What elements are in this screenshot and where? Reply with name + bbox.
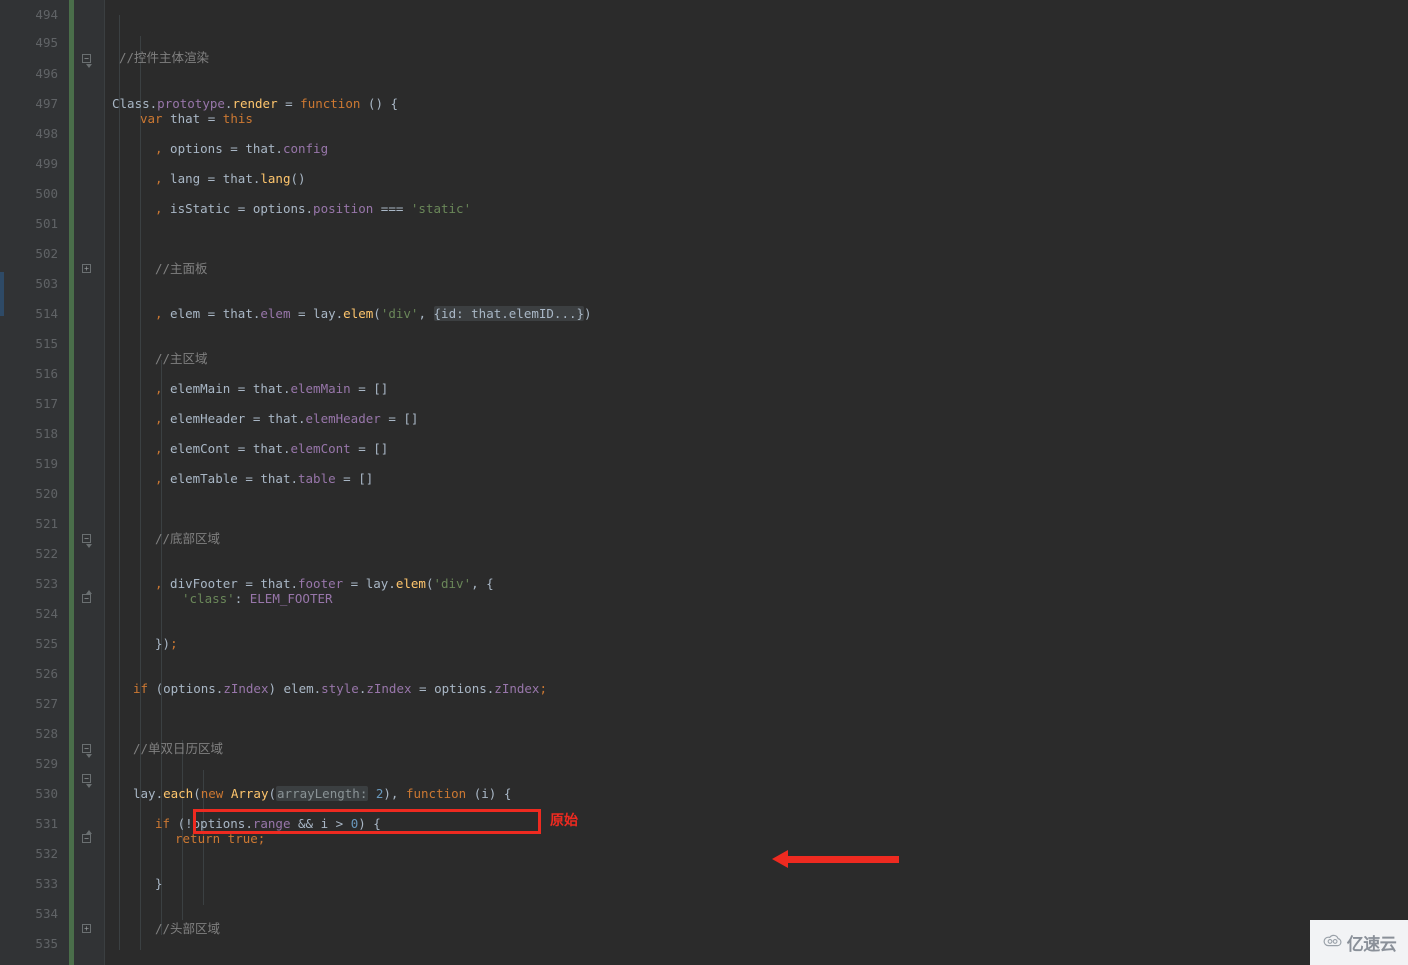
annotation-label: 原始 bbox=[550, 813, 578, 829]
code-text[interactable]: if (!options.range && i > 0) { bbox=[155, 816, 381, 831]
line-number: 530 bbox=[35, 786, 58, 801]
code-line[interactable]: 520 bbox=[0, 471, 1408, 501]
code-text[interactable]: , divFooter = that.footer = lay.elem('di… bbox=[155, 576, 494, 591]
code-line[interactable]: 535 + var divHeader = lay.elem('div', {'… bbox=[0, 921, 1408, 951]
code-text[interactable]: lay.each(new Array(arrayLength: 2), func… bbox=[133, 786, 511, 801]
fold-expand-icon[interactable]: + bbox=[82, 264, 91, 273]
line-number: 523 bbox=[35, 576, 58, 591]
line-number: 524 bbox=[35, 606, 58, 621]
code-line[interactable]: 526 if (options.zIndex) elem.style.zInde… bbox=[0, 651, 1408, 696]
code-line[interactable]: 529 − lay.each(new Array(arrayLength: 2)… bbox=[0, 741, 1408, 801]
code-line[interactable]: 518 , elemCont = that.elemCont = [] bbox=[0, 411, 1408, 456]
code-line[interactable]: 531 return true; bbox=[0, 801, 1408, 846]
line-number: 499 bbox=[35, 156, 58, 171]
code-line[interactable]: 502 //主面板 bbox=[0, 231, 1408, 276]
fold-end-icon[interactable]: − bbox=[82, 830, 92, 843]
code-line[interactable]: 538 bbox=[0, 951, 1408, 965]
line-number: 502 bbox=[35, 246, 58, 261]
code-line[interactable]: 514 bbox=[0, 291, 1408, 321]
code-line[interactable]: 534 //头部区域 bbox=[0, 891, 1408, 936]
folded-code[interactable]: {id: that.elemID...} bbox=[433, 306, 585, 321]
line-number: 527 bbox=[35, 696, 58, 711]
line-number: 518 bbox=[35, 426, 58, 441]
line-number: 520 bbox=[35, 486, 58, 501]
line-number: 498 bbox=[35, 126, 58, 141]
line-number: 514 bbox=[35, 306, 58, 321]
line-number: 532 bbox=[35, 846, 58, 861]
code-text[interactable]: }); bbox=[155, 636, 178, 651]
code-line[interactable]: 521 //底部区域 bbox=[0, 501, 1408, 546]
line-number: 535 bbox=[35, 936, 58, 951]
line-number: 496 bbox=[35, 66, 58, 81]
code-line[interactable]: 524 − }); bbox=[0, 590, 1408, 651]
line-number: 495 bbox=[35, 35, 58, 50]
line-number: 500 bbox=[35, 186, 58, 201]
code-line[interactable]: 501 bbox=[0, 201, 1408, 231]
code-line[interactable]: 533 bbox=[0, 861, 1408, 891]
code-line[interactable]: 532 − } bbox=[0, 830, 1408, 891]
code-line[interactable]: 522 − , divFooter = that.footer = lay.el… bbox=[0, 531, 1408, 591]
code-line[interactable]: 497 var that = this bbox=[0, 81, 1408, 126]
code-line[interactable]: 503 + , elem = that.elem = lay.elem('div… bbox=[0, 261, 1408, 321]
line-number: 534 bbox=[35, 906, 58, 921]
code-line[interactable]: 523 'class': ELEM_FOOTER bbox=[0, 561, 1408, 606]
line-number: 528 bbox=[35, 726, 58, 741]
code-line[interactable]: 519 , elemTable = that.table = [] bbox=[0, 441, 1408, 486]
fold-collapse-icon[interactable]: − bbox=[82, 534, 92, 548]
code-line[interactable]: 528 //单双日历区域 bbox=[0, 711, 1408, 756]
code-text[interactable]: , elem = that.elem = lay.elem('div', {id… bbox=[155, 306, 592, 321]
code-line[interactable]: 530 − if (!options.range && i > 0) { bbox=[0, 771, 1408, 831]
code-line[interactable]: 515 //主区域 bbox=[0, 321, 1408, 366]
code-line[interactable]: 527 bbox=[0, 681, 1408, 711]
line-number: 497 bbox=[35, 96, 58, 111]
line-number: 501 bbox=[35, 216, 58, 231]
fold-collapse-icon[interactable]: − bbox=[82, 54, 92, 68]
line-number: 521 bbox=[35, 516, 58, 531]
line-number: 516 bbox=[35, 366, 58, 381]
code-line[interactable]: 516 , elemMain = that.elemMain = [] bbox=[0, 351, 1408, 396]
line-number: 526 bbox=[35, 666, 58, 681]
cloud-icon bbox=[1322, 933, 1344, 953]
code-line[interactable]: 517 , elemHeader = that.elemHeader = [] bbox=[0, 381, 1408, 426]
code-editor[interactable]: 494 495 //控件主体渲染 496 − Class.prototype.r… bbox=[0, 0, 1408, 965]
code-text[interactable]: } bbox=[155, 876, 163, 891]
line-number: 529 bbox=[35, 756, 58, 771]
line-number: 517 bbox=[35, 396, 58, 411]
code-text[interactable]: Class.prototype.render = function () { bbox=[112, 96, 398, 111]
line-number: 515 bbox=[35, 336, 58, 351]
line-number: 531 bbox=[35, 816, 58, 831]
line-number: 533 bbox=[35, 876, 58, 891]
code-line[interactable]: 500 , isStatic = options.position === 's… bbox=[0, 171, 1408, 216]
watermark-text: 亿速云 bbox=[1346, 935, 1397, 955]
fold-collapse-icon[interactable]: − bbox=[82, 744, 92, 758]
line-number: 503 bbox=[35, 276, 58, 291]
code-lines[interactable]: 494 495 //控件主体渲染 496 − Class.prototype.r… bbox=[0, 0, 1408, 965]
fold-expand-icon[interactable]: + bbox=[82, 924, 91, 933]
code-line[interactable]: 525 bbox=[0, 621, 1408, 651]
code-line[interactable]: 494 bbox=[0, 0, 1408, 22]
code-line[interactable]: 498 , options = that.config bbox=[0, 111, 1408, 156]
watermark: 亿速云 bbox=[1310, 920, 1408, 965]
line-number: 525 bbox=[35, 636, 58, 651]
fold-end-icon[interactable]: − bbox=[82, 590, 92, 603]
line-number: 519 bbox=[35, 456, 58, 471]
line-number: 522 bbox=[35, 546, 58, 561]
code-line[interactable]: 495 //控件主体渲染 bbox=[0, 20, 1408, 65]
code-line[interactable]: 499 , lang = that.lang() bbox=[0, 141, 1408, 186]
inlay-hint: arrayLength: bbox=[276, 786, 369, 801]
code-line[interactable]: 496 − Class.prototype.render = function … bbox=[0, 51, 1408, 111]
fold-collapse-icon[interactable]: − bbox=[82, 774, 92, 788]
